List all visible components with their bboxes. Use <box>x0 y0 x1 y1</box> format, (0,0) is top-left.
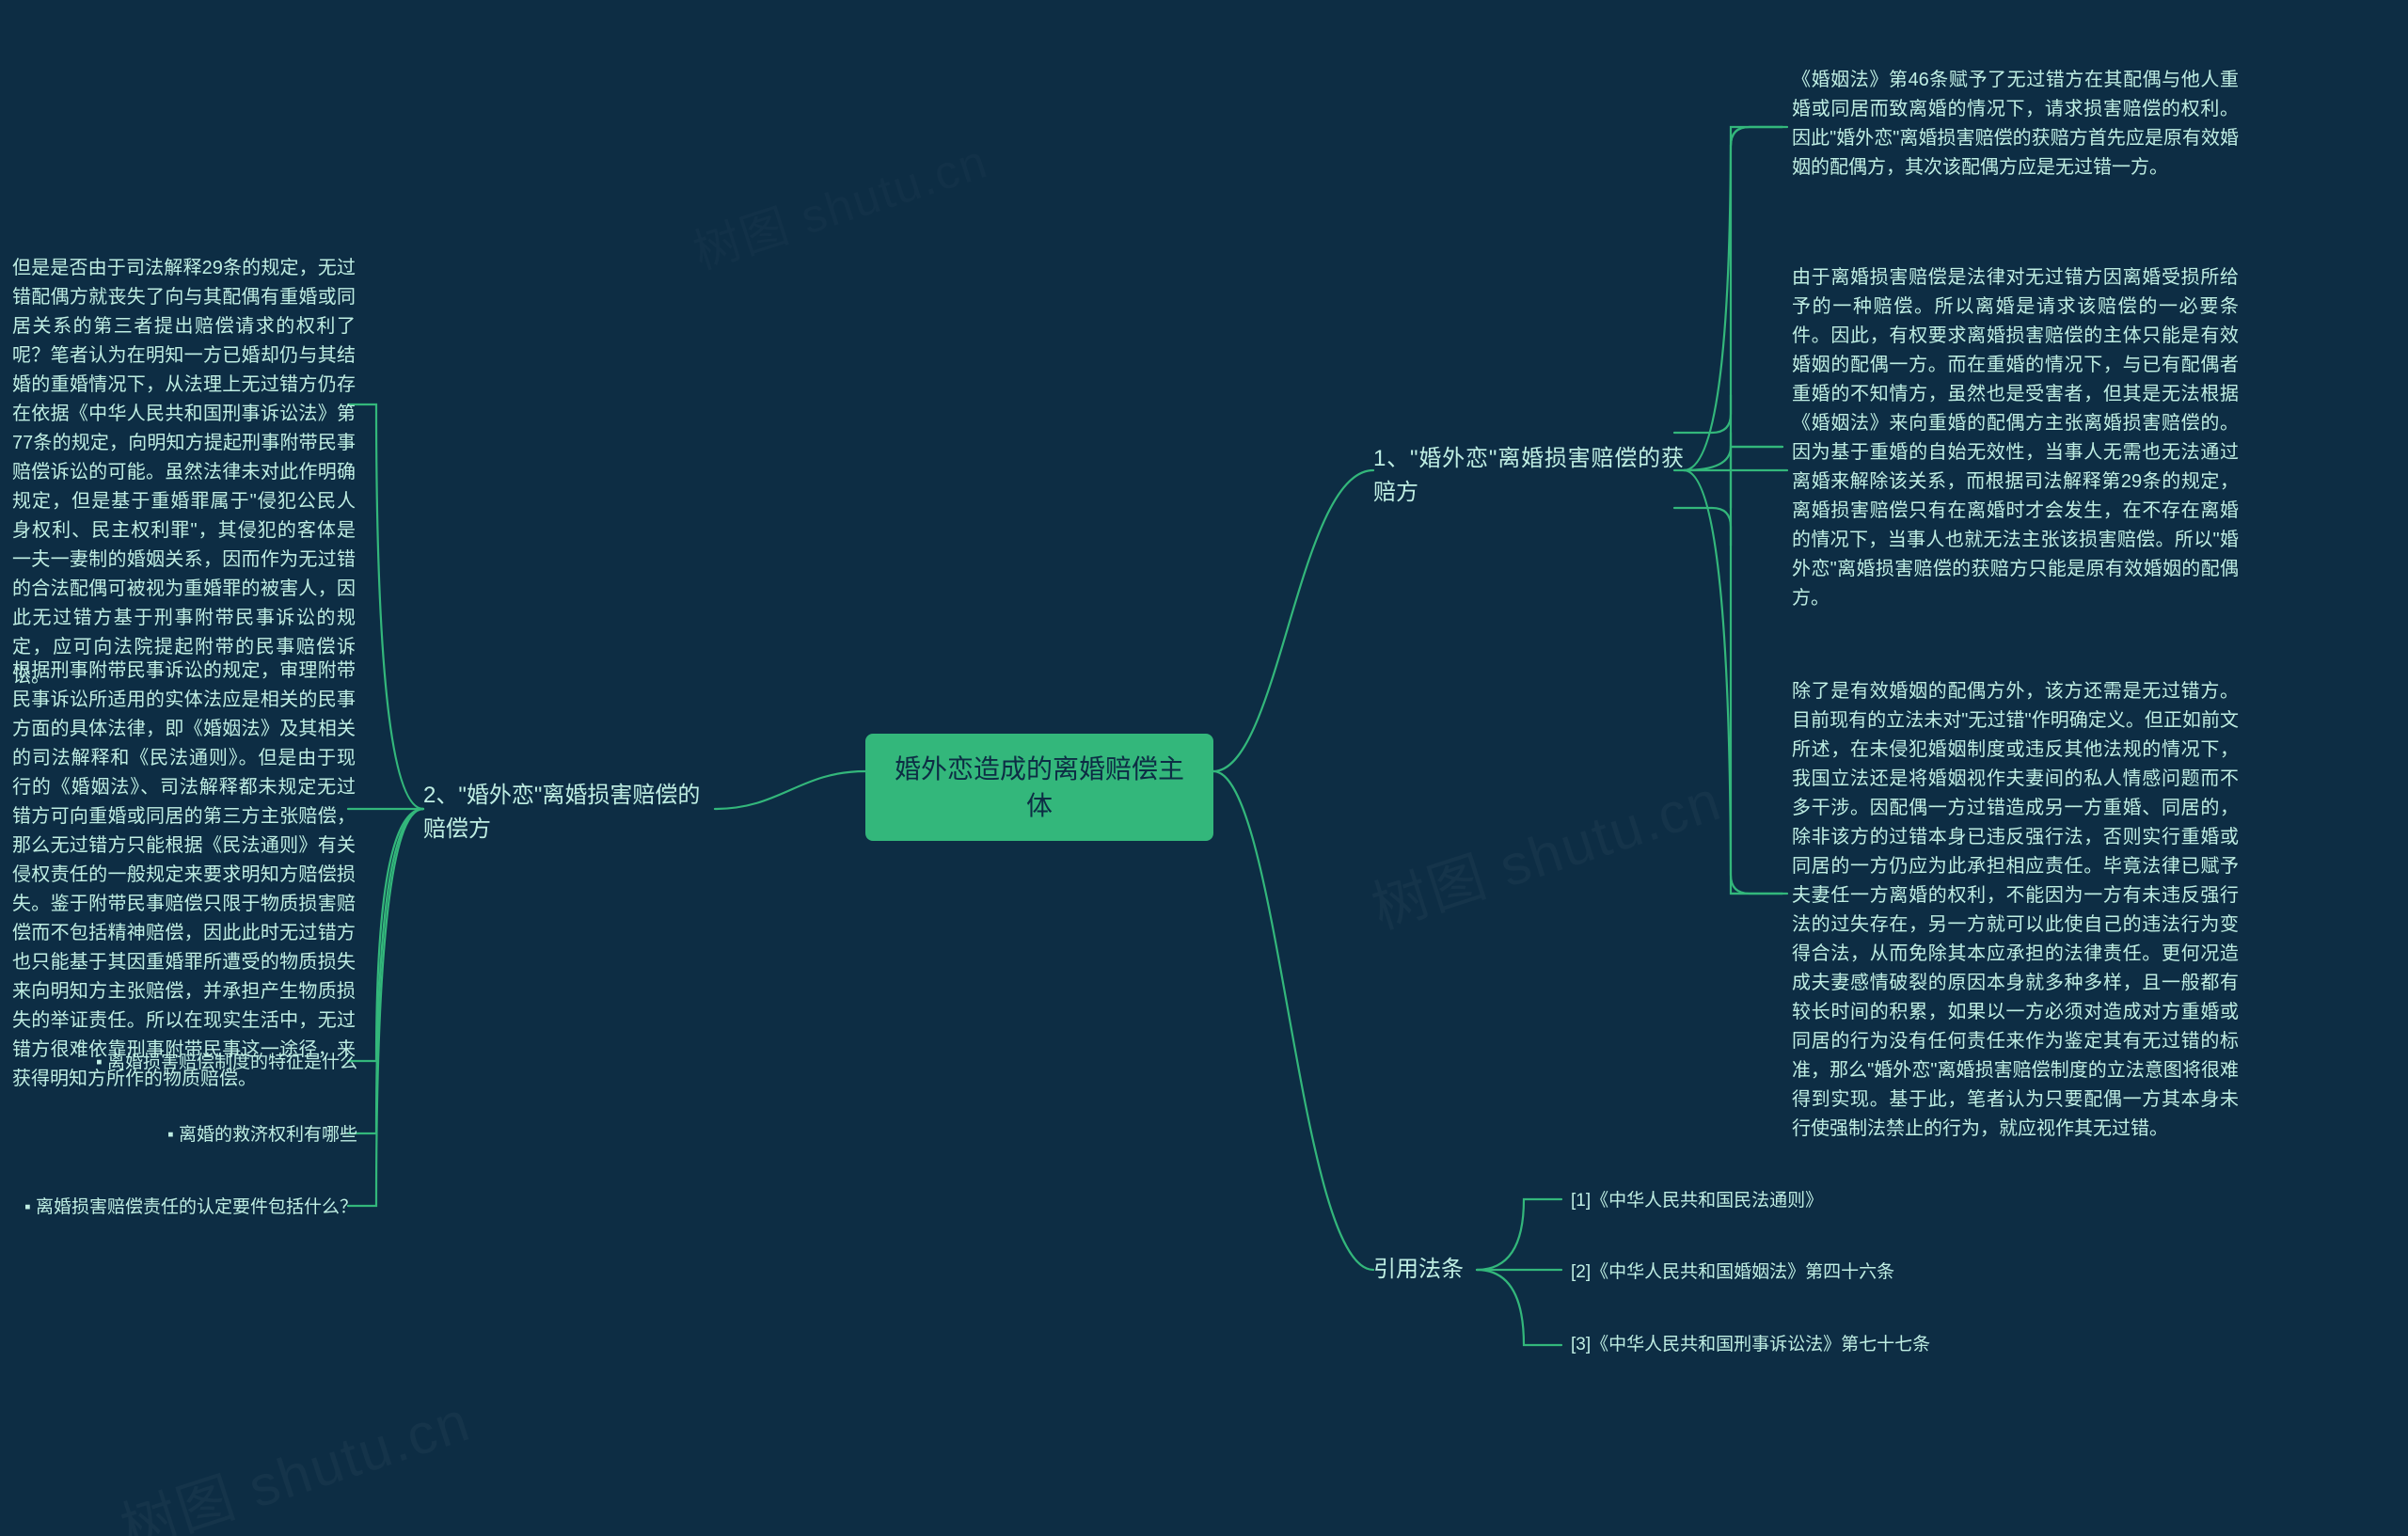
node-b1-p2-text: 由于离婚损害赔偿是法律对无过错方因离婚受损所给予的一种赔偿。所以离婚是请求该赔偿… <box>1792 267 2239 609</box>
node-b3-c3[interactable]: 离婚损害赔偿责任的认定要件包括什么？ <box>14 1194 357 1221</box>
branch-right-2[interactable]: 引用法条 <box>1373 1253 1486 1287</box>
node-b3-c2-text: 离婚的救济权利有哪些 <box>179 1125 357 1145</box>
branch-left-1[interactable]: 2、"婚外恋"离婚损害赔偿的赔偿方 <box>423 779 720 847</box>
citation-3-text: [3]《中华人民共和国刑事诉讼法》第七十七条 <box>1571 1335 1930 1354</box>
citation-2[interactable]: [2]《中华人民共和国婚姻法》第四十六条 <box>1571 1259 2041 1286</box>
node-b3-c3-text: 离婚损害赔偿责任的认定要件包括什么？ <box>36 1197 357 1217</box>
branch-left-1-label: 2、"婚外恋"离婚损害赔偿的赔偿方 <box>423 783 700 842</box>
node-b3-p1-text: 但是是否由于司法解释29条的规定，无过错配偶方就丧失了向与其配偶有重婚或同居关系… <box>12 258 356 687</box>
branch-right-1[interactable]: 1、"婚外恋"离婚损害赔偿的获赔方 <box>1373 442 1684 510</box>
center-topic[interactable]: 婚外恋造成的离婚赔偿主体 <box>865 734 1213 841</box>
citation-1[interactable]: [1]《中华人民共和国民法通则》 <box>1571 1187 1947 1214</box>
branch-right-1-label: 1、"婚外恋"离婚损害赔偿的获赔方 <box>1373 446 1684 505</box>
node-b1-p2[interactable]: 由于离婚损害赔偿是法律对无过错方因离婚受损所给予的一种赔偿。所以离婚是请求该赔偿… <box>1792 263 2239 613</box>
node-b1-p1-text: 《婚姻法》第46条赋予了无过错方在其配偶与他人重婚或同居而致离婚的情况下，请求损… <box>1792 70 2239 178</box>
citation-2-text: [2]《中华人民共和国婚姻法》第四十六条 <box>1571 1262 1894 1282</box>
node-b3-c1[interactable]: 离婚损害赔偿制度的特征是什么 <box>66 1049 357 1076</box>
node-b3-c1-text: 离婚损害赔偿制度的特征是什么 <box>107 1053 357 1072</box>
branch-right-2-label: 引用法条 <box>1373 1257 1464 1282</box>
watermark: 树图 shutu.cn <box>1360 755 1731 945</box>
node-b3-c2[interactable]: 离婚的救济权利有哪些 <box>132 1121 357 1148</box>
node-b1-p3-text: 除了是有效婚姻的配偶方外，该方还需是无过错方。目前现有的立法未对"无过错"作明确… <box>1792 681 2239 1139</box>
citation-1-text: [1]《中华人民共和国民法通则》 <box>1571 1191 1823 1211</box>
watermark: 树图 shutu.cn <box>109 1376 480 1536</box>
node-b3-p2[interactable]: 根据刑事附带民事诉讼的规定，审理附带民事诉讼所适用的实体法应是相关的民事方面的具… <box>12 657 356 1094</box>
node-b3-p1[interactable]: 但是是否由于司法解释29条的规定，无过错配偶方就丧失了向与其配偶有重婚或同居关系… <box>12 254 356 691</box>
citation-3[interactable]: [3]《中华人民共和国刑事诉讼法》第七十七条 <box>1571 1331 2013 1358</box>
node-b3-p2-text: 根据刑事附带民事诉讼的规定，审理附带民事诉讼所适用的实体法应是相关的民事方面的具… <box>12 660 356 1089</box>
watermark: 树图 shutu.cn <box>684 124 995 283</box>
node-b1-p1[interactable]: 《婚姻法》第46条赋予了无过错方在其配偶与他人重婚或同居而致离婚的情况下，请求损… <box>1792 66 2239 182</box>
node-b1-p3[interactable]: 除了是有效婚姻的配偶方外，该方还需是无过错方。目前现有的立法未对"无过错"作明确… <box>1792 677 2239 1144</box>
mindmap-canvas: 树图 shutu.cn 树图 shutu.cn 树图 shutu.cn <box>0 0 2408 1536</box>
center-topic-label: 婚外恋造成的离婚赔偿主体 <box>895 754 1184 820</box>
